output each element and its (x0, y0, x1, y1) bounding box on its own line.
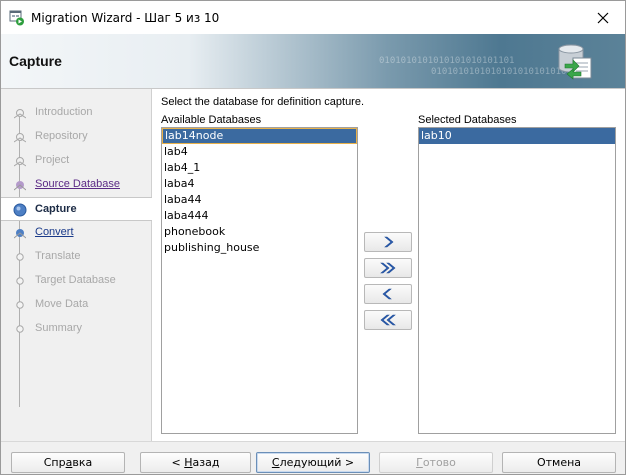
available-database-list-item[interactable]: lab4 (162, 144, 357, 160)
close-button[interactable] (581, 1, 625, 34)
selected-database-list-item[interactable]: lab10 (419, 128, 615, 144)
next-button[interactable]: Следующий > (256, 452, 370, 473)
available-databases-label: Available Databases (161, 114, 262, 126)
available-database-list-item[interactable]: laba444 (162, 208, 357, 224)
capture-content-panel: Select the database for definition captu… (152, 89, 625, 441)
step-node-icon (14, 157, 26, 167)
step-node-icon (16, 277, 24, 285)
cancel-button[interactable]: Отмена (502, 452, 616, 473)
wizard-step-label: Target Database (35, 274, 116, 286)
move-right-button[interactable] (364, 232, 412, 252)
migration-wizard-window: Migration Wizard - Шаг 5 из 10 Capture 0… (0, 0, 626, 475)
wizard-step-source-database[interactable]: Source Database (1, 173, 152, 197)
step-node-icon (14, 133, 26, 143)
wizard-step-capture[interactable]: Capture (1, 197, 152, 221)
move-all-left-button[interactable] (364, 310, 412, 330)
available-database-list-item[interactable]: phonebook (162, 224, 357, 240)
available-database-list-item[interactable]: lab14node (162, 128, 357, 144)
wizard-step-translate: Translate (1, 245, 152, 269)
chevron-left-icon (382, 288, 392, 300)
help-button[interactable]: Спр а вка (11, 452, 125, 473)
close-icon (597, 12, 609, 23)
wizard-step-label: Introduction (35, 106, 93, 118)
wizard-header: Capture 0101010101010101010101101 010101… (1, 34, 625, 89)
wizard-step-introduction: Introduction (1, 101, 152, 125)
step-node-icon (16, 325, 24, 333)
page-title: Capture (9, 53, 62, 69)
wizard-step-label: Summary (35, 322, 83, 334)
back-button[interactable]: < Назад (140, 452, 251, 473)
double-chevron-left-icon (380, 314, 396, 326)
available-database-list-item[interactable]: lab4_1 (162, 160, 357, 176)
available-database-list-item[interactable]: laba44 (162, 192, 357, 208)
database-capture-icon (558, 44, 592, 80)
available-databases-list[interactable]: lab14node lab4 lab4_1 laba4 laba44 laba444 pho… (161, 127, 358, 434)
wizard-step-label: Capture (35, 203, 77, 215)
wizard-step-label: Convert (35, 226, 74, 238)
wizard-step-label: Translate (35, 250, 81, 262)
wizard-step-project: Project (1, 149, 152, 173)
step-node-icon (14, 109, 26, 119)
finish-button[interactable]: Готово (379, 452, 493, 473)
available-database-list-item[interactable]: laba4 (162, 176, 357, 192)
binary-decoration-2: 0101010101010101010101010 (431, 67, 567, 77)
wizard-step-move-data: Move Data (1, 293, 152, 317)
wizard-steps-panel: Introduction Repository Project Source Data… (1, 89, 152, 441)
wizard-step-label: Source Database (35, 178, 120, 190)
wizard-step-target-database: Target Database (1, 269, 152, 293)
step-node-icon (16, 253, 24, 261)
wizard-step-label: Project (35, 154, 70, 166)
title-bar[interactable]: Migration Wizard - Шаг 5 из 10 (1, 1, 625, 34)
wizard-step-convert[interactable]: Convert (1, 221, 152, 245)
available-database-list-item[interactable]: publishing_house (162, 240, 357, 256)
step-node-icon (14, 229, 26, 239)
step-node-icon (13, 203, 27, 217)
wizard-step-summary: Summary (1, 317, 152, 341)
wizard-footer: Спр а вка < Назад Следующий > Готово Отмен… (1, 441, 625, 474)
app-icon (9, 10, 24, 26)
window-title: Migration Wizard - Шаг 5 из 10 (31, 11, 220, 25)
move-left-button[interactable] (364, 284, 412, 304)
instruction-text: Select the database for definition captu… (161, 96, 365, 108)
binary-decoration-1: 0101010101010101010101101 (379, 56, 515, 66)
step-node-icon (14, 181, 26, 191)
wizard-step-repository: Repository (1, 125, 152, 149)
selected-databases-label: Selected Databases (418, 114, 517, 126)
wizard-step-label: Repository (35, 130, 88, 142)
double-chevron-right-icon (380, 262, 396, 274)
wizard-step-label: Move Data (35, 298, 89, 310)
step-node-icon (16, 301, 24, 309)
move-all-right-button[interactable] (364, 258, 412, 278)
chevron-right-icon (384, 236, 394, 248)
selected-databases-list[interactable]: lab10 (418, 127, 616, 434)
